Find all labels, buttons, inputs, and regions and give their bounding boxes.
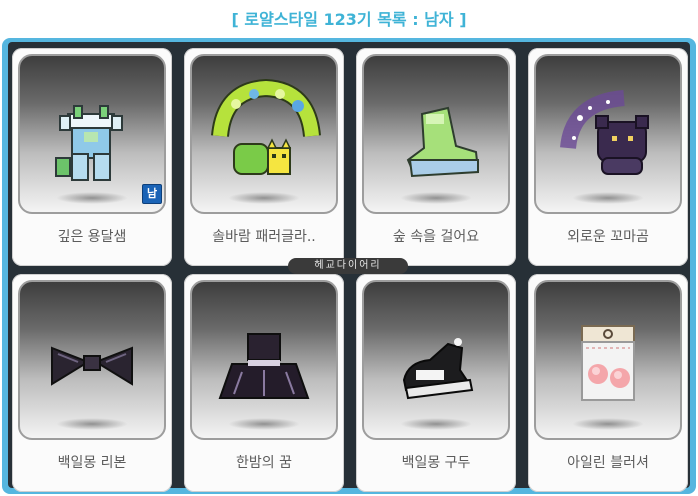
item-name: 백일몽 구두 [401,455,471,471]
item-name: 깊은 용달샘 [57,229,127,245]
item-card-5[interactable]: 백일몽 리본 [12,274,172,492]
item-card-1[interactable]: 남 깊은 용달샘 [12,48,172,266]
item-name: 솔바람 패러글라.. [212,229,316,245]
item-name: 숲 속을 걸어요 [392,229,480,245]
item-card-8[interactable]: 아일린 블러셔 [528,274,688,492]
item-card-6[interactable]: 한밤의 꿈 [184,274,344,492]
dark-dress-icon [218,333,310,399]
blusher-packet-icon [581,325,635,401]
watermark: 헤교다이어리 [288,258,408,274]
black-ribbon-icon [51,346,133,386]
item-name: 백일몽 리본 [57,455,127,471]
item-card-7[interactable]: 백일몽 구두 [356,274,516,492]
item-card-3[interactable]: 숲 속을 걸어요 [356,48,516,266]
item-name: 한밤의 꿈 [236,455,292,471]
purple-bear-icon [560,90,649,175]
leaf-wreath-cat-icon [211,78,321,175]
page-title: [ 로얄스타일 123기 목록 : 남자 ] [231,10,467,29]
item-card-4[interactable]: 외로운 꼬마곰 [528,48,688,266]
item-name: 아일린 블러셔 [567,455,649,471]
green-shoes-icon [406,106,480,178]
item-name: 외로운 꼬마곰 [567,229,649,245]
gender-badge: 남 [142,184,162,204]
black-shoes-icon [402,338,474,400]
item-card-2[interactable]: 솔바람 패러글라.. [184,48,344,266]
